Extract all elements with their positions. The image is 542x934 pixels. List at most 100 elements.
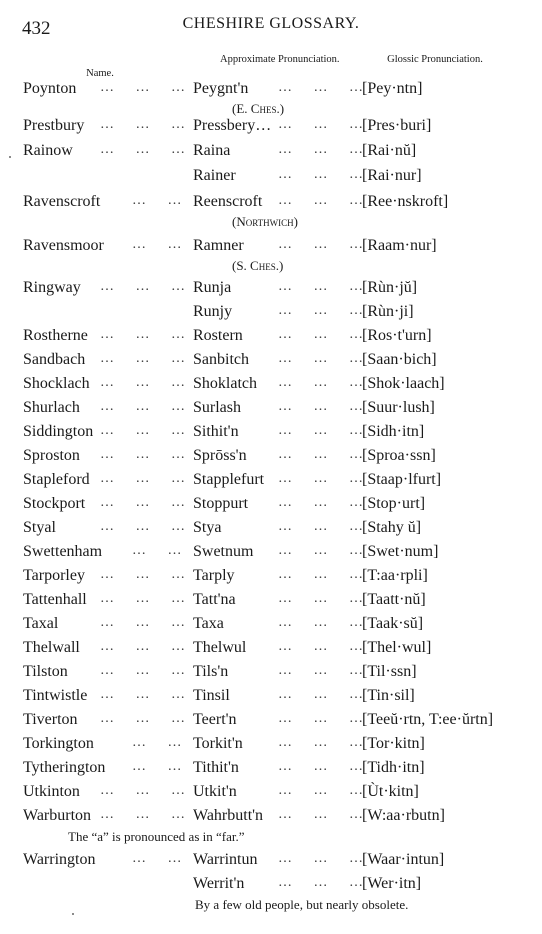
glossic-pronunciation: [Suur·lush] bbox=[362, 399, 435, 416]
leader-dots: … … … bbox=[100, 447, 185, 462]
glossary-row: Siddington… … … Sithit'n… … … [Sidh·itn] bbox=[0, 423, 542, 445]
glossic-pronunciation: [Shok·laach] bbox=[362, 375, 445, 392]
glossic-pronunciation: [Ùt·kitn] bbox=[362, 783, 419, 800]
glossic-pronunciation: [Wer·itn] bbox=[362, 875, 422, 892]
leader-dots: … … … bbox=[100, 351, 185, 366]
approximate-pronunciation: Tithit'n bbox=[193, 759, 239, 776]
place-name: Sandbach bbox=[23, 351, 86, 368]
place-name: Thelwall bbox=[23, 639, 80, 656]
region-note: (Northwich) bbox=[232, 214, 298, 229]
glossic-pronunciation: [Swet·num] bbox=[362, 543, 439, 560]
approximate-pronunciation: Raina bbox=[193, 142, 231, 159]
approximate-pronunciation: Runjy bbox=[193, 303, 233, 320]
leader-dots: … … … bbox=[100, 663, 185, 678]
glossary-row: Runjy… … … [Rùn·ji] bbox=[0, 303, 542, 325]
place-name: Rainow bbox=[23, 142, 73, 159]
approximate-pronunciation: Shoklatch bbox=[193, 375, 257, 392]
leader-dots: … … … bbox=[100, 375, 185, 390]
column-header-glossic: Glossic Pronunciation. bbox=[387, 54, 483, 65]
place-name: Warrington bbox=[23, 851, 96, 868]
place-name: Tattenhall bbox=[23, 591, 87, 608]
place-name: Shurlach bbox=[23, 399, 80, 416]
approximate-pronunciation: Teert'n bbox=[193, 711, 237, 728]
leader-dots: … … … bbox=[100, 471, 185, 486]
approximate-pronunciation: Stapplefurt bbox=[193, 471, 265, 488]
place-name: Ringway bbox=[23, 279, 81, 296]
leader-dots: … … … bbox=[100, 327, 185, 342]
glossic-pronunciation: [Teeŭ·rtn, T:ee·ŭrtn] bbox=[362, 711, 494, 728]
glossary-row: Warburton… … … Wahrbutt'n… … … [W:aa·rbutn… bbox=[0, 807, 542, 829]
place-name: Utkinton bbox=[23, 783, 80, 800]
glossic-pronunciation: [Taatt·nŭ] bbox=[362, 591, 426, 608]
leader-dots: … … … bbox=[100, 783, 185, 798]
glossary-row: Rostherne… … … Rostern… … … [Ros·t'urn] bbox=[0, 327, 542, 349]
approximate-pronunciation: Werrit'n bbox=[193, 875, 245, 892]
glossic-pronunciation: [Tor·kitn] bbox=[362, 735, 425, 752]
place-name: Torkington bbox=[23, 735, 94, 752]
glossic-pronunciation: [Waar·intun] bbox=[362, 851, 445, 868]
glossary-row: Stockport… … … Stoppurt… … … [Stop·urt] bbox=[0, 495, 542, 517]
leader-dots: … … … bbox=[100, 687, 185, 702]
leader-dots: … … … bbox=[100, 567, 185, 582]
region-note: (S. Ches.) bbox=[232, 258, 284, 273]
column-header-name: Name. bbox=[86, 68, 114, 79]
glossic-pronunciation: [Rai·nur] bbox=[362, 167, 422, 184]
glossic-pronunciation: [Pey·ntn] bbox=[362, 80, 423, 97]
glossary-row: Thelwall… … … Thelwul… … … [Thel·wul] bbox=[0, 639, 542, 661]
glossic-pronunciation: [Til·ssn] bbox=[362, 663, 417, 680]
leader-dots: … … … bbox=[100, 519, 185, 534]
column-header-approximate: Approximate Pronunciation. bbox=[220, 54, 340, 65]
glossic-pronunciation: [Ree·nskroft] bbox=[362, 193, 449, 210]
glossic-pronunciation: [T:aa·rpli] bbox=[362, 567, 428, 584]
glossic-pronunciation: [Sidh·itn] bbox=[362, 423, 425, 440]
glossic-pronunciation: [Stahy ŭ] bbox=[362, 519, 422, 536]
running-title: CHESHIRE GLOSSARY. bbox=[182, 15, 360, 32]
glossary-row: Tilston… … … Tils'n… … … [Til·ssn] bbox=[0, 663, 542, 685]
approximate-pronunciation: Ramner bbox=[193, 237, 244, 254]
approximate-pronunciation: Taxa bbox=[193, 615, 224, 632]
glossary-row: Utkinton… … … Utkit'n… … … [Ùt·kitn] bbox=[0, 783, 542, 805]
place-name: Taxal bbox=[23, 615, 59, 632]
glossary-row: Prestbury… … … Pressbery…… … … [Pres·buri] bbox=[0, 117, 542, 139]
approximate-pronunciation: Rainer bbox=[193, 167, 236, 184]
place-name: Tintwistle bbox=[23, 687, 88, 704]
leader-dots: … … … bbox=[100, 117, 185, 132]
glossary-row: Torkington… … Torkit'n… … … [Tor·kitn] bbox=[0, 735, 542, 757]
place-name: Tytherington bbox=[23, 759, 106, 776]
approximate-pronunciation: Tarply bbox=[193, 567, 235, 584]
print-speck bbox=[9, 156, 11, 158]
glossary-row: Ringway… … … Runja… … … [Rùn·jŭ] bbox=[0, 279, 542, 301]
leader-dots: … … … bbox=[100, 495, 185, 510]
leader-dots: … … … bbox=[100, 711, 185, 726]
leader-dots: … … … bbox=[100, 399, 185, 414]
glossic-pronunciation: [Rùn·ji] bbox=[362, 303, 414, 320]
glossic-pronunciation: [Tin·sil] bbox=[362, 687, 415, 704]
glossic-pronunciation: [Sproa·ssn] bbox=[362, 447, 436, 464]
approximate-pronunciation: Tatt'na bbox=[193, 591, 236, 608]
region-note: (E. Ches.) bbox=[232, 101, 285, 116]
glossic-pronunciation: [Staap·lfurt] bbox=[362, 471, 442, 488]
glossic-pronunciation: [Saan·bich] bbox=[362, 351, 437, 368]
glossary-row: Shocklach… … … Shoklatch… … … [Shok·laach] bbox=[0, 375, 542, 397]
glossary-row: Rainow… … … Raina… … … [Rai·nŭ] bbox=[0, 142, 542, 164]
approximate-pronunciation: Tils'n bbox=[193, 663, 229, 680]
place-name: Styal bbox=[23, 519, 56, 536]
glossic-pronunciation: [Stop·urt] bbox=[362, 495, 426, 512]
glossary-row: Tytherington… … Tithit'n… … … [Tidh·itn] bbox=[0, 759, 542, 781]
glossic-pronunciation: [Rai·nŭ] bbox=[362, 142, 417, 159]
leader-dots: … … … bbox=[100, 142, 185, 157]
glossic-pronunciation: [Pres·buri] bbox=[362, 117, 432, 134]
place-name: Poynton bbox=[23, 80, 77, 97]
glossary-row: Stapleford… … … Stapplefurt… … … [Staap·lf… bbox=[0, 471, 542, 493]
glossary-row: Sandbach… … … Sanbitch… … … [Saan·bich] bbox=[0, 351, 542, 373]
usage-note: By a few old people, but nearly obsolete… bbox=[195, 897, 409, 912]
glossary-row: Styal… … … Stya… … … [Stahy ŭ] bbox=[0, 519, 542, 541]
approximate-pronunciation: Rostern bbox=[193, 327, 243, 344]
glossary-row: Werrit'n… … … [Wer·itn] bbox=[0, 875, 542, 897]
leader-dots: … … … bbox=[100, 279, 185, 294]
approximate-pronunciation: Warrintun bbox=[193, 851, 258, 868]
leader-dots: … … … bbox=[100, 639, 185, 654]
glossic-pronunciation: [Raam·nur] bbox=[362, 237, 437, 254]
leader-dots: … … … bbox=[100, 80, 185, 95]
approximate-pronunciation: Reenscroft bbox=[193, 193, 263, 210]
